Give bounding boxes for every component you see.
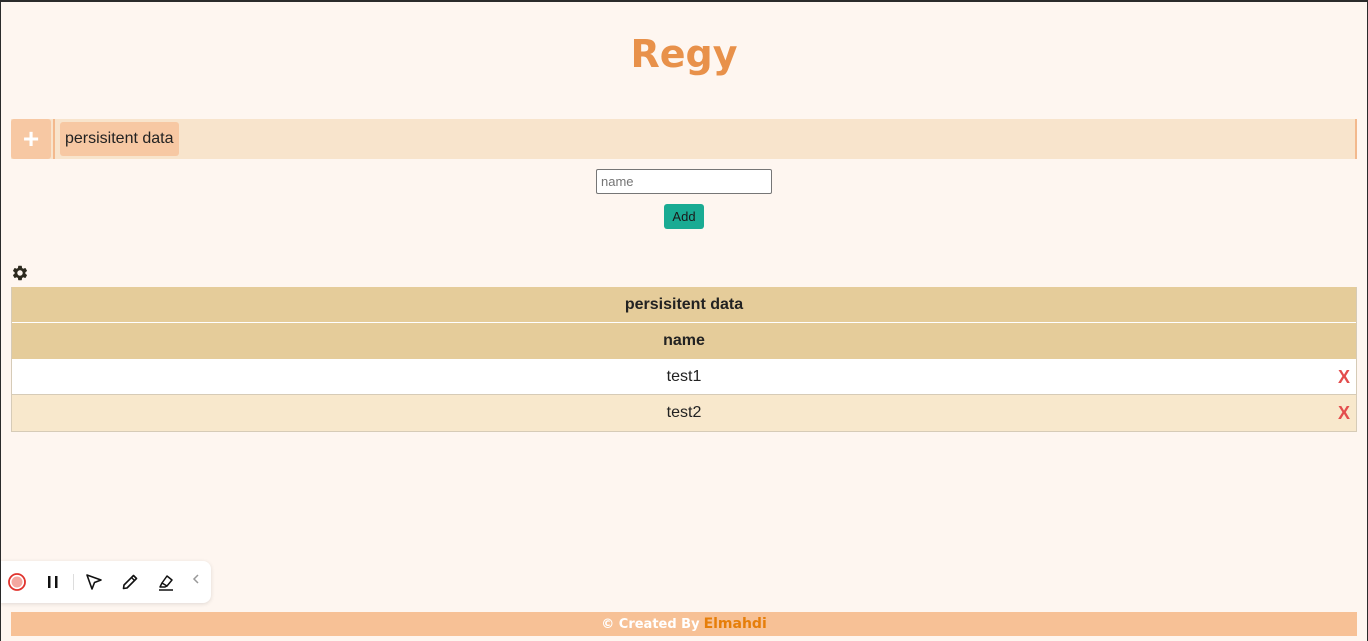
- cursor-icon[interactable]: [84, 572, 104, 592]
- chevron-left-icon[interactable]: [189, 569, 209, 589]
- tab-bar: + persisitent data: [11, 119, 1357, 159]
- name-input[interactable]: [596, 169, 772, 194]
- highlighter-icon[interactable]: [156, 572, 176, 592]
- footer: © Created By Elmahdi: [11, 612, 1357, 636]
- cell-name: test2: [666, 404, 702, 421]
- footer-author: Elmahdi: [703, 616, 767, 632]
- add-tab-button[interactable]: +: [11, 119, 51, 159]
- record-icon[interactable]: [7, 572, 27, 592]
- delete-button[interactable]: X: [1338, 367, 1350, 388]
- table-row: test2 X: [12, 395, 1356, 431]
- column-header-name: name: [12, 323, 1356, 359]
- table-row: test1 X: [12, 359, 1356, 395]
- gear-icon[interactable]: [11, 264, 29, 282]
- add-button[interactable]: Add: [664, 204, 704, 229]
- delete-button[interactable]: X: [1338, 403, 1350, 424]
- app-title: Regy: [630, 32, 738, 76]
- tab-persisitent-data[interactable]: persisitent data: [60, 122, 179, 156]
- tab-divider: [53, 119, 55, 159]
- data-table: persisitent data name test1 X test2 X: [11, 287, 1357, 432]
- annotation-toolbar: [1, 561, 211, 603]
- cell-name: test1: [666, 367, 702, 385]
- pause-icon[interactable]: [43, 572, 63, 592]
- table-title: persisitent data: [12, 287, 1356, 323]
- footer-credit: © Created By: [601, 616, 700, 632]
- toolbar-divider: [73, 574, 74, 590]
- pen-icon[interactable]: [120, 572, 140, 592]
